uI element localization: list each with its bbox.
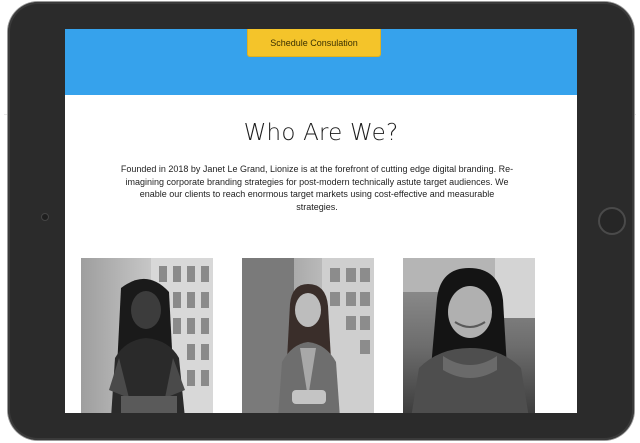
schedule-consultation-button[interactable]: Schedule Consulation xyxy=(247,29,381,57)
team-member-photo-2 xyxy=(242,258,374,413)
home-button[interactable] xyxy=(598,207,626,235)
person-photo-icon xyxy=(403,258,535,413)
person-photo-icon xyxy=(242,258,374,413)
section-description: Founded in 2018 by Janet Le Grand, Lioni… xyxy=(120,164,514,212)
section-title: Who Are We? xyxy=(243,120,399,146)
team-member-photo-3 xyxy=(403,258,535,413)
camera-icon xyxy=(41,213,49,221)
team-member-photo-1 xyxy=(81,258,213,413)
tablet-screen: Schedule Consulation Who Are We? Founded… xyxy=(65,29,577,413)
person-photo-icon xyxy=(109,258,213,413)
